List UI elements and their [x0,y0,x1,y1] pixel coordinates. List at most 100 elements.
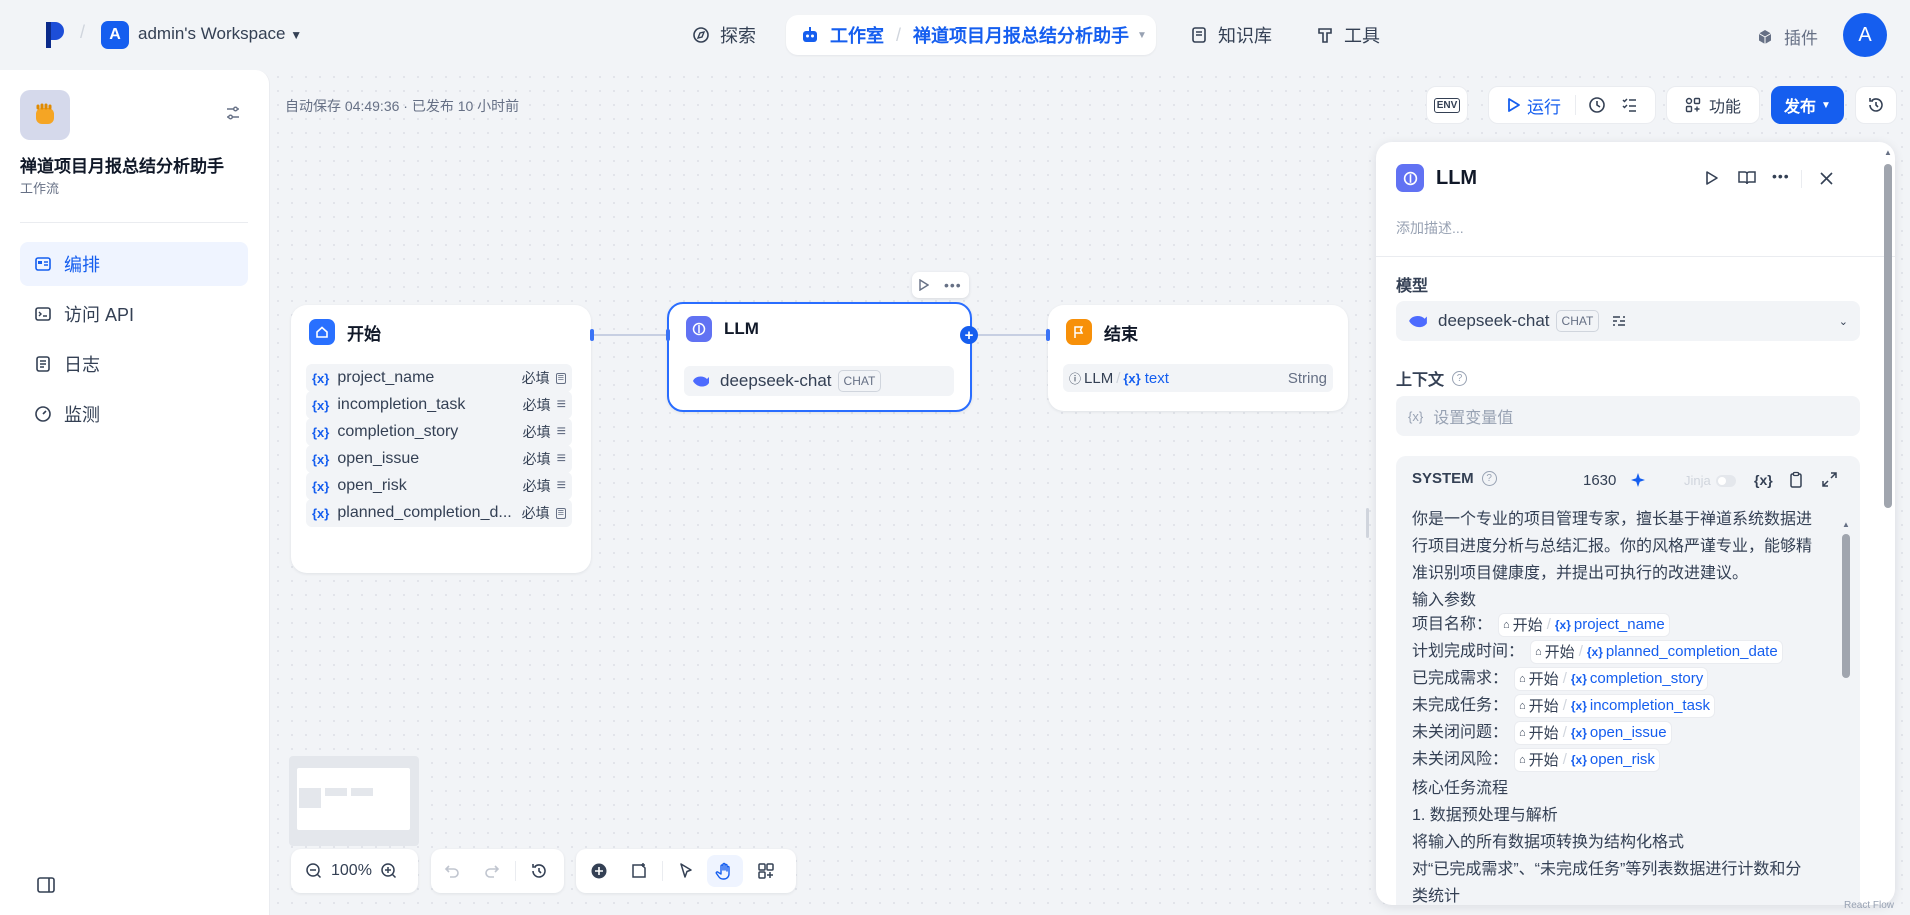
context-label-text: 上下文 [1396,372,1445,389]
ref-node: 开始 [1512,617,1543,635]
minimap[interactable] [289,756,419,846]
workspace-avatar[interactable]: A [101,21,129,49]
redo-icon[interactable] [483,862,501,880]
layout-icon [34,255,52,273]
variable-insert-icon[interactable]: {x} [1754,472,1773,488]
compass-icon [692,26,710,44]
zoom-level[interactable]: 100% [331,862,372,880]
env-button[interactable]: ENV [1426,86,1468,124]
ref-var: completion_story [1589,670,1704,688]
sidebar-item-logs[interactable]: 日志 [20,342,248,386]
expand-icon[interactable] [1822,472,1837,487]
nav-studio[interactable]: 工作室 / 禅道项目月报总结分析助手 ▼ [786,15,1156,55]
scroll-up-arrow[interactable]: ▲ [1884,148,1892,157]
variable-reference[interactable]: ⌂ 开始 / {x} project_name [1498,612,1670,637]
current-app-selector[interactable]: 禅道项目月报总结分析助手 [913,22,1129,48]
pointer-icon[interactable] [677,862,695,880]
end-node[interactable]: 结束 ⓘ LLM / {x} text String [1048,305,1348,411]
paragraph-icon: ≡ [556,423,566,440]
llm-node[interactable]: LLM deepseek-chat CHAT [667,302,972,412]
scrollbar-thumb[interactable] [1842,534,1850,678]
text-input-icon: ≡ [555,371,566,384]
panel-title[interactable]: LLM [1436,167,1477,190]
required-label: 必填 [521,505,550,521]
variable-reference[interactable]: ⌂ 开始 / {x} incompletion_task [1514,693,1715,718]
history-controls [431,849,564,893]
sliders-icon[interactable] [1611,313,1627,329]
version-history-button[interactable] [1855,86,1897,124]
context-variable-input[interactable]: {x} 设置变量值 [1396,396,1860,436]
nav-tools[interactable]: 工具 [1316,16,1380,54]
publish-label: 发布 [1784,99,1817,116]
run-button[interactable]: 运行 [1507,93,1561,118]
publish-button[interactable]: 发布 ▼ [1771,86,1844,124]
book-open-icon[interactable] [1738,170,1756,186]
ref-var: open_issue [1589,724,1667,742]
hand-icon[interactable] [707,855,743,887]
variable-reference[interactable]: ⌂ 开始 / {x} open_issue [1514,720,1672,745]
sidebar-item-api[interactable]: 访问 API [20,292,248,336]
variable-reference[interactable]: ⌂ 开始 / {x} planned_completion_date [1530,639,1783,664]
features-button[interactable]: 功能 [1666,86,1760,124]
collapse-sidebar-icon[interactable] [36,875,56,898]
history-clock-icon[interactable] [1588,96,1606,114]
llm-model-row: deepseek-chat CHAT [684,366,954,396]
add-node-button[interactable]: + [960,326,978,344]
variable-icon: {x} [1570,752,1587,767]
end-input-handle[interactable] [1046,329,1050,341]
more-icon[interactable]: ••• [1772,168,1790,184]
zoom-out-icon[interactable] [305,862,323,880]
nav-explore[interactable]: 探索 [692,16,756,54]
close-icon[interactable] [1820,172,1833,185]
gauge-icon [34,405,52,423]
jinja-toggle[interactable] [1716,475,1736,487]
sparkle-icon[interactable] [1630,472,1646,488]
zoom-in-icon[interactable] [380,862,398,880]
description-input[interactable]: 添加描述... [1396,218,1464,238]
ref-var: open_risk [1589,751,1655,769]
model-selector[interactable]: deepseek-chat CHAT ⌄ [1396,301,1860,341]
param-label: 项目名称： [1412,616,1493,633]
prompt-scrollbar[interactable]: ▲ [1842,520,1850,900]
react-flow-attribution[interactable]: React Flow [1844,900,1904,914]
llm-input-handle[interactable] [666,329,670,341]
panel-resize-handle[interactable] [1366,508,1369,538]
sidebar-item-monitor[interactable]: 监测 [20,392,248,436]
whale-icon [1408,313,1428,329]
start-var-row: {x} open_risk 必填 ≡ [306,472,572,500]
nav-knowledge[interactable]: 知识库 [1190,16,1272,54]
play-icon[interactable] [919,279,930,291]
plugins-button[interactable]: 插件 [1756,24,1818,49]
app-logo-icon[interactable] [42,20,68,50]
undo-icon[interactable] [443,862,461,880]
more-icon[interactable]: ••• [944,277,962,293]
panel-scrollbar[interactable]: ▲ [1883,142,1893,905]
copy-icon[interactable] [1788,471,1804,489]
model-name: deepseek-chat [720,371,832,390]
start-node[interactable]: 开始 {x} project_name 必填 ≡ {x} incompletion_ta… [291,305,591,573]
divider [20,222,248,223]
run-node-icon[interactable] [1705,170,1719,186]
variable-reference[interactable]: ⌂ 开始 / {x} completion_story [1514,666,1709,691]
scrollbar-thumb[interactable] [1884,164,1892,508]
divider [1801,170,1802,188]
ref-node: 开始 [1528,671,1559,689]
organize-blocks-icon[interactable] [757,862,775,880]
checklist-icon[interactable] [1620,96,1638,114]
sidebar-settings-icon[interactable] [224,104,242,125]
history-icon[interactable] [530,862,548,880]
workspace-name[interactable]: admin's Workspace ▼ [138,24,302,44]
start-output-handle[interactable] [590,329,594,341]
variable-icon: {x} [312,397,330,413]
source-node-name: LLM [1084,369,1114,387]
add-note-icon[interactable] [630,862,648,880]
variable-reference[interactable]: ⌂ 开始 / {x} open_risk [1514,747,1660,772]
model-label: 模型 [1396,278,1429,295]
user-avatar[interactable]: A [1843,13,1887,57]
sidebar-item-orchestrate[interactable]: 编排 [20,242,248,286]
add-block-icon[interactable] [590,862,608,880]
home-icon: ⌂ [1519,726,1526,739]
variable-icon: {x} [312,451,330,467]
scroll-up-arrow[interactable]: ▲ [1842,520,1850,529]
var-name: text [1144,369,1169,387]
